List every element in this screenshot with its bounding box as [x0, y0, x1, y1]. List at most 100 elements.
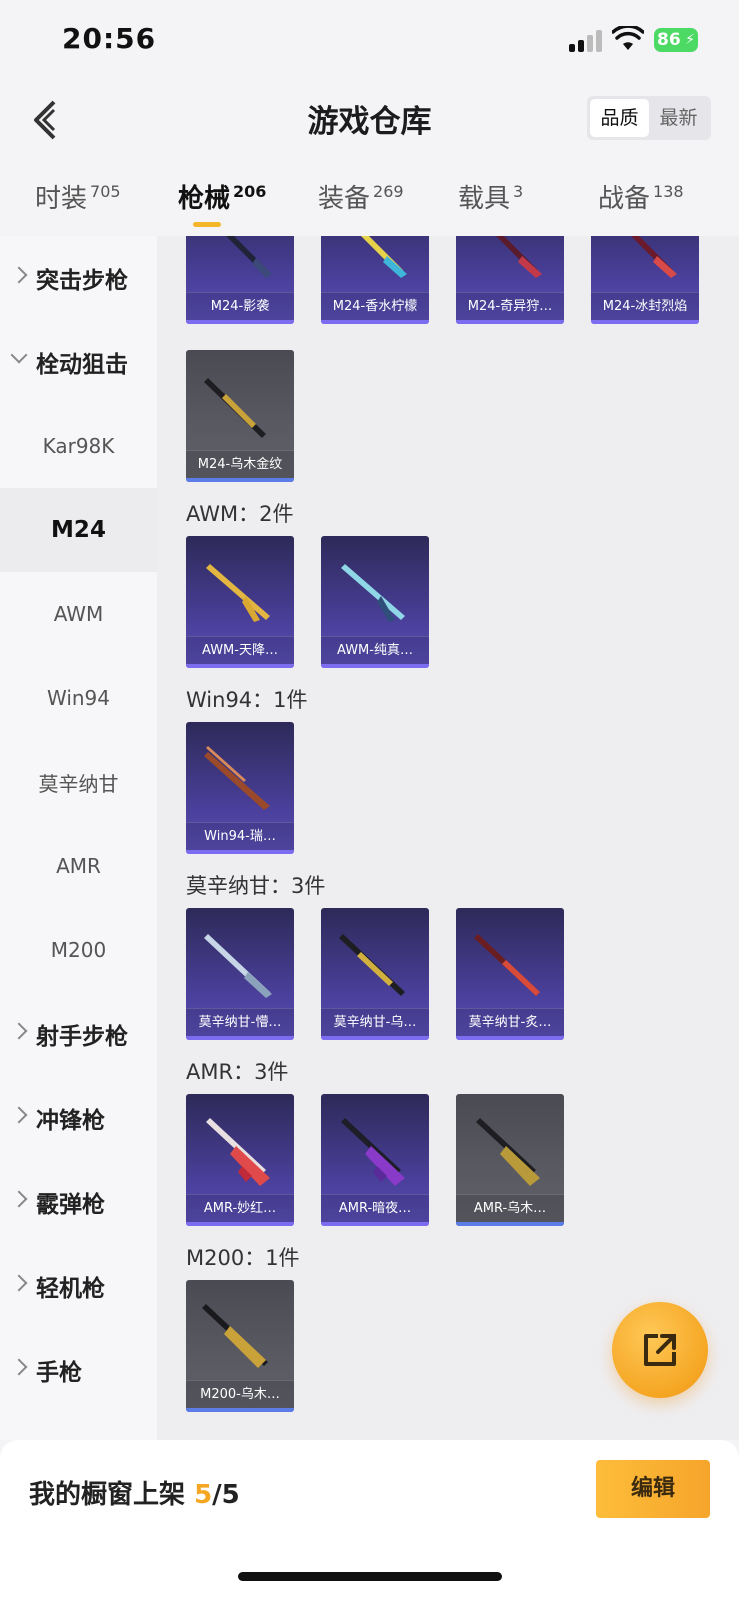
weapon-name: M24-香水柠檬 [321, 292, 429, 320]
rifle-icon [341, 564, 405, 622]
rarity-bar [186, 1222, 294, 1226]
shelf-total-count: /5 [212, 1480, 240, 1510]
weapon-card[interactable]: M24-影袭 [186, 236, 294, 324]
tab-label: 时装 [35, 184, 88, 214]
weapon-card[interactable]: M200-乌木… [186, 1280, 294, 1412]
sidebar-item-label: 射手步枪 [36, 1024, 128, 1050]
weapon-card[interactable]: AWM-纯真… [321, 536, 429, 668]
rifle-icon [476, 1118, 540, 1186]
weapon-name: M24-奇异狩… [456, 292, 564, 320]
weapon-name: 莫辛纳甘-炙… [456, 1008, 564, 1036]
weapon-card[interactable]: AMR-乌木… [456, 1094, 564, 1226]
weapon-card[interactable]: Win94-瑞… [186, 722, 294, 854]
battery-level: 86 [657, 30, 681, 50]
sidebar-item-pistol[interactable]: 手枪 [0, 1328, 157, 1412]
rarity-bar [186, 478, 294, 482]
rarity-bar [186, 1036, 294, 1040]
shelf-status: 我的橱窗上架 5/5 [29, 1474, 240, 1511]
weapon-name: M24-影袭 [186, 292, 294, 320]
sort-toggle[interactable]: 品质 最新 [587, 96, 711, 140]
rifle-icon [339, 934, 405, 996]
rarity-bar [186, 320, 294, 324]
weapon-card[interactable]: 莫辛纳甘-乌… [321, 908, 429, 1040]
weapon-card[interactable]: AWM-天降… [186, 536, 294, 668]
rarity-bar [591, 320, 699, 324]
chevron-right-icon [10, 1106, 28, 1124]
sidebar-item-label: 轻机枪 [36, 1276, 105, 1302]
sidebar-item-bolt-sniper[interactable]: 栓动狙击 [0, 320, 157, 404]
edit-button[interactable]: 编辑 [596, 1460, 710, 1518]
sidebar-item-win94[interactable]: Win94 [0, 656, 157, 740]
sidebar-item-label: 栓动狙击 [36, 352, 128, 378]
tab-vehicles[interactable]: 载具 3 [458, 178, 523, 215]
weapon-card[interactable]: AMR-妙红… [186, 1094, 294, 1226]
section-title: AWM：2件 [186, 502, 294, 526]
weapon-card[interactable]: 莫辛纳甘-懵… [186, 908, 294, 1040]
rifle-icon [206, 564, 270, 622]
chevron-down-icon [10, 346, 28, 364]
rarity-bar [321, 664, 429, 668]
sidebar-item-lmg[interactable]: 轻机枪 [0, 1244, 157, 1328]
rarity-bar [186, 850, 294, 854]
weapon-card[interactable]: AMR-暗夜… [321, 1094, 429, 1226]
chevron-right-icon [10, 1190, 28, 1208]
charging-icon: ⚡ [685, 32, 695, 48]
tab-label: 战备 [598, 184, 651, 214]
weapon-name: AWM-天降… [186, 636, 294, 664]
sidebar-item-smg[interactable]: 冲锋枪 [0, 1076, 157, 1160]
sidebar-item-label: 手枪 [36, 1360, 82, 1386]
sidebar-item-label: 突击步枪 [36, 268, 128, 294]
weapon-name: M24-冰封烈焰 [591, 292, 699, 320]
sidebar-item-label: 莫辛纳甘 [38, 771, 119, 796]
sidebar-item-kar98k[interactable]: Kar98K [0, 404, 157, 488]
weapon-name: M200-乌木… [186, 1380, 294, 1408]
weapon-card[interactable]: 莫辛纳甘-炙… [456, 908, 564, 1040]
shelf-label: 我的橱窗上架 [29, 1480, 186, 1510]
sort-option-quality[interactable]: 品质 [590, 99, 649, 137]
sidebar-item-awm[interactable]: AWM [0, 572, 157, 656]
weapon-card[interactable]: M24-奇异狩… [456, 236, 564, 324]
tab-equipment[interactable]: 装备 269 [318, 178, 404, 215]
share-icon [644, 1334, 676, 1366]
tab-outfits[interactable]: 时装 705 [35, 178, 121, 215]
share-button[interactable] [612, 1302, 708, 1398]
nav-header: 游戏仓库 品质 最新 [0, 80, 739, 160]
weapon-card[interactable]: M24-冰封烈焰 [591, 236, 699, 324]
tab-battle-prep[interactable]: 战备 138 [598, 178, 684, 215]
weapon-name: AMR-妙红… [186, 1194, 294, 1222]
sidebar-item-assault-rifle[interactable]: 突击步枪 [0, 236, 157, 320]
tab-label: 载具 [458, 184, 511, 214]
rarity-bar [186, 1408, 294, 1412]
tab-firearms[interactable]: 枪械 206 [178, 178, 266, 215]
weapon-name: AMR-暗夜… [321, 1194, 429, 1222]
rarity-bar [321, 1036, 429, 1040]
battery-indicator: 86 ⚡ [654, 28, 698, 52]
sidebar-item-m200[interactable]: M200 [0, 908, 157, 992]
sidebar-item-amr[interactable]: AMR [0, 824, 157, 908]
sidebar-item-label: Win94 [46, 686, 111, 710]
sidebar-item-label: 霰弹枪 [36, 1192, 105, 1218]
sort-option-newest[interactable]: 最新 [649, 99, 708, 137]
home-indicator [238, 1572, 502, 1581]
rifle-icon [496, 236, 542, 278]
rarity-bar [456, 320, 564, 324]
sidebar-item-shotgun[interactable]: 霰弹枪 [0, 1160, 157, 1244]
sidebar-item-label: M200 [50, 938, 107, 962]
weapon-name: M24-乌木金纹 [186, 450, 294, 478]
signal-icon [569, 30, 603, 52]
sidebar-item-marksman-rifle[interactable]: 射手步枪 [0, 992, 157, 1076]
rifle-icon [204, 746, 270, 810]
rifle-icon [202, 1304, 268, 1368]
rarity-bar [186, 664, 294, 668]
sidebar-item-m24[interactable]: M24 [0, 488, 157, 572]
status-bar: 20:56 86 ⚡ [0, 0, 739, 80]
rifle-icon [474, 934, 540, 996]
status-time: 20:56 [62, 22, 157, 55]
weapon-card[interactable]: M24-乌木金纹 [186, 350, 294, 482]
sidebar-item-mosin[interactable]: 莫辛纳甘 [0, 740, 157, 824]
sidebar-item-label: 冲锋枪 [36, 1108, 105, 1134]
rarity-bar [321, 1222, 429, 1226]
weapon-card[interactable]: M24-香水柠檬 [321, 236, 429, 324]
tab-count: 705 [90, 182, 121, 201]
chevron-right-icon [10, 266, 28, 284]
